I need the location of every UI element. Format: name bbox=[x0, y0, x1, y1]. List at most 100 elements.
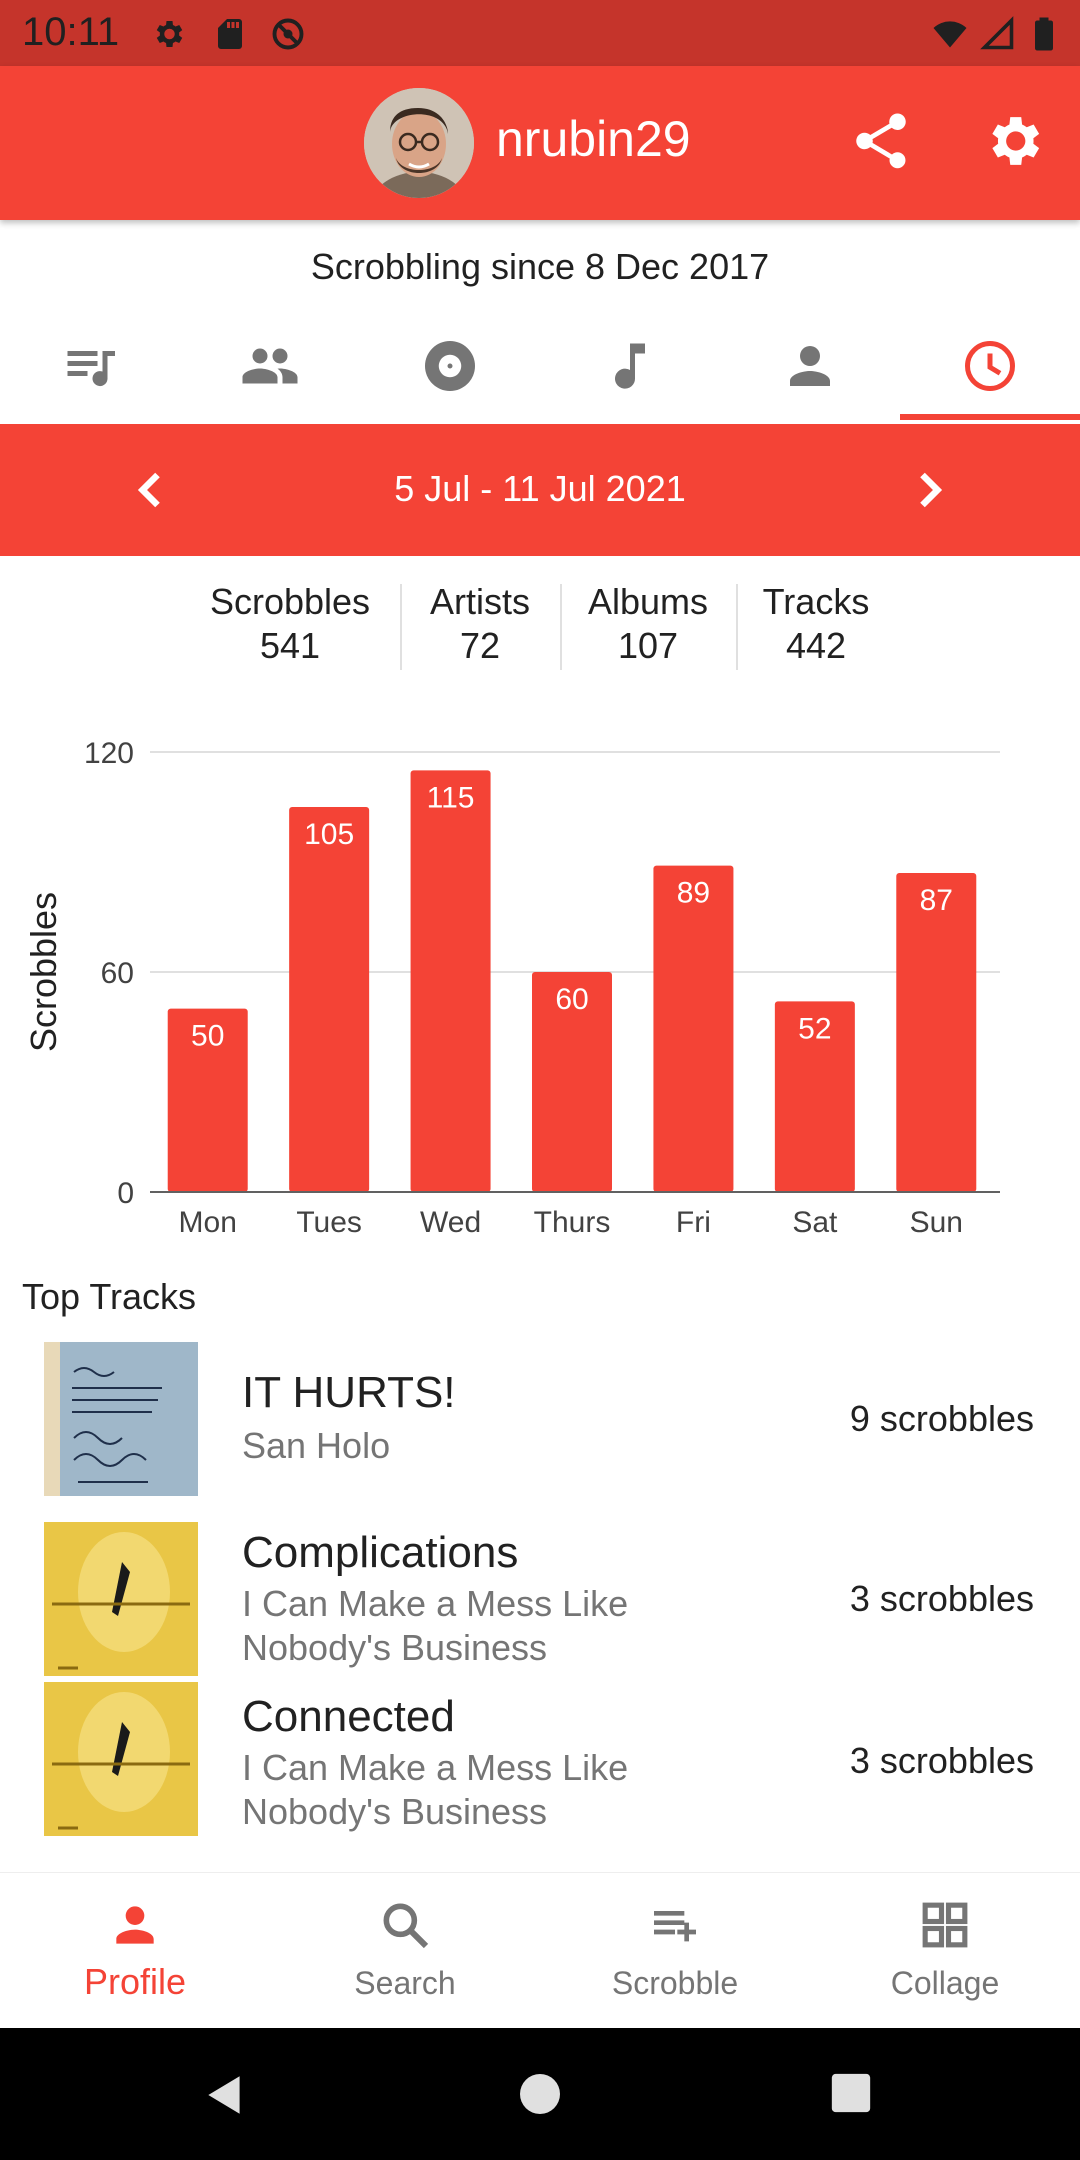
tab-history[interactable] bbox=[900, 310, 1080, 422]
track-title: Connected bbox=[242, 1692, 455, 1741]
home-icon[interactable] bbox=[516, 2070, 564, 2118]
clock-icon bbox=[965, 341, 1015, 391]
chevron-right-icon[interactable] bbox=[900, 460, 960, 520]
nav-label: Collage bbox=[890, 1965, 1000, 2001]
username: nrubin29 bbox=[496, 111, 691, 167]
bar-value-label: 60 bbox=[555, 983, 588, 1016]
track-artist: San Holo bbox=[242, 1425, 391, 1466]
bar bbox=[896, 873, 977, 1192]
track-row[interactable]: Complications I Can Make a Mess Like Nob… bbox=[0, 1520, 1080, 1680]
x-tick-label: Wed bbox=[420, 1206, 481, 1239]
tab-tracks[interactable] bbox=[0, 310, 180, 422]
status-bar: 10:11 bbox=[0, 0, 1080, 66]
x-tick-label: Fri bbox=[676, 1206, 711, 1239]
bar bbox=[289, 807, 370, 1192]
track-artwork bbox=[44, 1342, 198, 1496]
nav-label: Search bbox=[354, 1965, 456, 2001]
tab-indicator bbox=[900, 414, 1080, 420]
bar-value-label: 115 bbox=[427, 781, 475, 814]
stat-tracks: Tracks 442 bbox=[746, 580, 886, 668]
tab-friends[interactable] bbox=[180, 310, 360, 422]
sd-card-icon bbox=[218, 19, 242, 49]
stat-divider bbox=[736, 584, 738, 670]
playlist-icon bbox=[67, 351, 115, 387]
stat-label: Tracks bbox=[762, 581, 870, 622]
stat-label: Albums bbox=[587, 581, 709, 622]
y-tick-label: 120 bbox=[84, 737, 134, 770]
avatar[interactable] bbox=[364, 88, 474, 198]
share-icon[interactable] bbox=[848, 108, 914, 174]
period-stats: Scrobbles 541 Artists 72 Albums 107 Trac… bbox=[0, 580, 1080, 670]
y-tick-label: 60 bbox=[101, 957, 134, 990]
wifi-icon bbox=[933, 21, 967, 48]
track-artwork bbox=[44, 1682, 198, 1836]
app-header: nrubin29 bbox=[0, 66, 1080, 220]
track-row[interactable]: Connected I Can Make a Mess Like Nobody'… bbox=[0, 1682, 1080, 1842]
track-row[interactable]: IT HURTS! San Holo 9 scrobbles bbox=[0, 1340, 1080, 1500]
album-art-icon bbox=[44, 1342, 198, 1496]
system-navigation bbox=[0, 2028, 1080, 2160]
track-artist: I Can Make a Mess Like Nobody's Business bbox=[242, 1747, 629, 1832]
bar-value-label: 105 bbox=[304, 818, 354, 851]
stat-label: Scrobbles bbox=[209, 581, 371, 622]
bar bbox=[410, 770, 491, 1192]
gear-icon bbox=[156, 20, 183, 48]
stat-value: 442 bbox=[785, 625, 847, 666]
tab-songs[interactable] bbox=[540, 310, 720, 422]
music-note-icon bbox=[615, 343, 645, 389]
bar-value-label: 50 bbox=[191, 1020, 224, 1053]
bar-value-label: 87 bbox=[920, 884, 953, 917]
scrobbling-since: Scrobbling since 8 Dec 2017 bbox=[310, 246, 770, 287]
bar-chart: 0 60 120 Scrobbles 50 Mon 105 Tues 115 Wed 60 Thurs… bbox=[23, 737, 1000, 1239]
x-tick-label: Sat bbox=[792, 1206, 838, 1239]
bottom-navigation: Profile Search Scrobble Collage bbox=[0, 1872, 1080, 2028]
tab-artists[interactable] bbox=[720, 310, 900, 422]
stat-divider bbox=[400, 584, 402, 670]
nav-label: Profile bbox=[83, 1961, 187, 2002]
track-count: 9 scrobbles bbox=[849, 1398, 1034, 1439]
search-icon bbox=[383, 1903, 429, 1949]
stat-scrobbles: Scrobbles 541 bbox=[190, 580, 390, 668]
track-artwork bbox=[44, 1522, 198, 1676]
bar-value-label: 52 bbox=[798, 1012, 831, 1045]
grid-icon bbox=[922, 1902, 968, 1948]
track-count: 3 scrobbles bbox=[849, 1740, 1034, 1781]
person-icon bbox=[790, 346, 830, 386]
profile-photo bbox=[364, 88, 474, 198]
nav-collage[interactable]: Collage bbox=[810, 1873, 1080, 2029]
x-tick-label: Thurs bbox=[534, 1206, 611, 1239]
scrobbles-chart: 0 60 120 Scrobbles 50 Mon 105 Tues 115 Wed 60 Thurs… bbox=[0, 720, 1080, 1240]
y-tick-label: 0 bbox=[117, 1177, 134, 1210]
stat-artists: Artists 72 bbox=[410, 580, 550, 668]
stat-albums: Albums 107 bbox=[570, 580, 726, 668]
track-title: IT HURTS! bbox=[242, 1368, 456, 1417]
album-art-icon bbox=[44, 1682, 198, 1836]
period-selector: 5 Jul - 11 Jul 2021 bbox=[0, 424, 1080, 556]
signal-icon bbox=[980, 16, 1014, 50]
back-icon[interactable] bbox=[200, 2070, 250, 2120]
battery-icon bbox=[1035, 17, 1053, 51]
status-time: 10:11 bbox=[22, 10, 120, 54]
recents-icon[interactable] bbox=[828, 2070, 874, 2116]
person-icon bbox=[116, 1906, 154, 1944]
track-count: 3 scrobbles bbox=[849, 1578, 1034, 1619]
bar bbox=[653, 865, 734, 1192]
playlist-add-icon bbox=[654, 1911, 696, 1942]
settings-icon[interactable] bbox=[980, 108, 1046, 174]
stat-value: 72 bbox=[459, 625, 501, 666]
stat-value: 107 bbox=[617, 625, 679, 666]
nav-profile[interactable]: Profile bbox=[0, 1873, 270, 2029]
track-title: Complications bbox=[242, 1528, 519, 1577]
people-icon bbox=[242, 348, 298, 384]
y-axis-label: Scrobbles bbox=[23, 892, 64, 1052]
nav-search[interactable]: Search bbox=[270, 1873, 540, 2029]
track-artist: I Can Make a Mess Like Nobody's Business bbox=[242, 1583, 629, 1668]
stat-divider bbox=[560, 584, 562, 670]
bar-value-label: 89 bbox=[677, 877, 710, 910]
nav-scrobble[interactable]: Scrobble bbox=[540, 1873, 810, 2029]
x-tick-label: Tues bbox=[296, 1206, 362, 1239]
x-tick-label: Mon bbox=[179, 1206, 237, 1239]
tab-albums[interactable] bbox=[360, 310, 540, 422]
album-art-icon bbox=[44, 1522, 198, 1676]
x-tick-label: Sun bbox=[910, 1206, 963, 1239]
